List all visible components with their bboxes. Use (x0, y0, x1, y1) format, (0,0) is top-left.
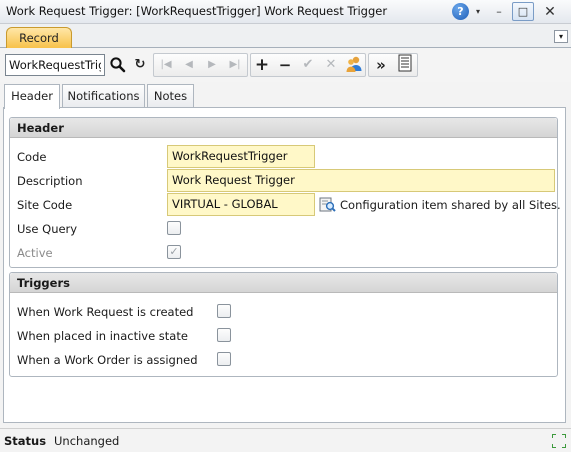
next-record-icon[interactable]: ▶ (201, 54, 223, 76)
tab-notifications[interactable]: Notifications (62, 84, 145, 108)
content-area: Header Code WorkRequestTrigger Descripti… (3, 107, 566, 423)
list-icon[interactable] (394, 54, 416, 76)
active-checkbox: ✓ (167, 245, 181, 259)
trigger-row: When placed in inactive state (10, 324, 557, 348)
last-record-icon[interactable]: ▶| (224, 54, 246, 76)
trigger-row: When a Work Order is assigned (10, 348, 557, 372)
cancel-icon[interactable]: ✕ (320, 54, 342, 76)
remove-icon[interactable]: − (274, 54, 296, 76)
minimize-button[interactable]: – (490, 2, 508, 21)
trigger-inactive-checkbox[interactable] (217, 328, 231, 342)
record-code-input[interactable] (5, 54, 105, 76)
site-code-note: Configuration item shared by all Sites. (340, 198, 561, 212)
site-code-row: Site Code VIRTUAL - GLOBAL Configuration… (10, 193, 561, 217)
title-bar: Work Request Trigger: [WorkRequestTrigge… (0, 0, 571, 24)
restore-button[interactable]: □ (512, 2, 534, 21)
refresh-icon[interactable]: ↻ (129, 54, 151, 76)
record-tabstrip: Record ▾ (0, 24, 571, 49)
trigger-row: When Work Request is created (10, 300, 557, 324)
active-label: Active (17, 246, 53, 260)
tab-record[interactable]: Record (6, 27, 72, 49)
use-query-label: Use Query (17, 222, 78, 236)
header-panel-title: Header (10, 118, 557, 138)
trigger-label-inactive: When placed in inactive state (17, 329, 188, 343)
site-code-field[interactable]: VIRTUAL - GLOBAL (167, 193, 315, 216)
trigger-work-order-checkbox[interactable] (217, 352, 231, 366)
status-label: Status (4, 434, 47, 448)
active-row: Active ✓ (10, 241, 557, 265)
trigger-created-checkbox[interactable] (217, 304, 231, 318)
help-icon[interactable]: ? (452, 3, 469, 20)
code-row: Code WorkRequestTrigger (10, 145, 557, 169)
trigger-label-work-order: When a Work Order is assigned (17, 353, 198, 367)
toolbar: ↻ |◀ ◀ ▶ ▶| + − ✔ ✕ » (0, 48, 571, 82)
first-record-icon[interactable]: |◀ (155, 54, 177, 76)
users-icon[interactable] (343, 54, 365, 76)
header-panel: Header Code WorkRequestTrigger Descripti… (9, 117, 561, 268)
status-value: Unchanged (54, 434, 120, 448)
navigation-group: |◀ ◀ ▶ ▶| (153, 53, 248, 77)
tab-notes[interactable]: Notes (147, 84, 194, 108)
help-menu-arrow-icon[interactable]: ▾ (472, 2, 484, 21)
description-field[interactable]: Work Request Trigger (167, 169, 555, 192)
save-icon[interactable]: ✔ (297, 54, 319, 76)
edit-group: + − ✔ ✕ (250, 53, 366, 77)
window-title: Work Request Trigger: [WorkRequestTrigge… (6, 4, 388, 18)
description-label: Description (17, 174, 83, 188)
add-icon[interactable]: + (251, 54, 273, 76)
tab-menu-chevron-down-icon[interactable]: ▾ (554, 30, 568, 43)
trigger-label-created: When Work Request is created (17, 305, 194, 319)
more-group: » (368, 53, 418, 77)
more-icon[interactable]: » (370, 54, 392, 76)
site-lookup-icon[interactable] (319, 196, 336, 213)
use-query-row: Use Query (10, 217, 557, 241)
resize-grip-icon[interactable] (550, 432, 568, 450)
search-icon[interactable] (107, 54, 129, 76)
prev-record-icon[interactable]: ◀ (178, 54, 200, 76)
code-label: Code (17, 150, 47, 164)
code-field[interactable]: WorkRequestTrigger (167, 145, 315, 168)
status-bar: Status Unchanged (0, 428, 571, 452)
site-code-label: Site Code (17, 198, 73, 212)
triggers-panel: Triggers When Work Request is created Wh… (9, 272, 558, 377)
use-query-checkbox[interactable] (167, 221, 181, 235)
tab-header[interactable]: Header (4, 84, 60, 109)
triggers-panel-title: Triggers (10, 273, 557, 293)
description-row: Description Work Request Trigger (10, 169, 557, 193)
close-button[interactable]: ✕ (540, 2, 560, 21)
